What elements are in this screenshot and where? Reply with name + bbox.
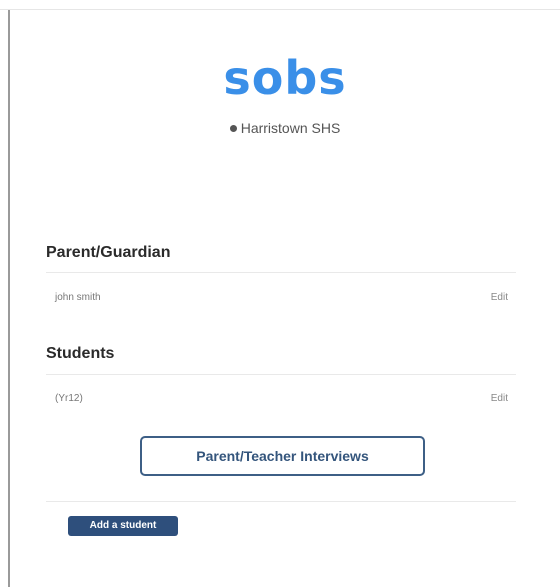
location-pin-icon: [229, 125, 237, 132]
edit-student-link[interactable]: Edit: [491, 393, 508, 404]
actions-divider: [46, 501, 516, 502]
parent-teacher-interviews-button[interactable]: Parent/Teacher Interviews: [140, 436, 425, 476]
students-divider: [46, 374, 516, 375]
students-heading: Students: [46, 345, 115, 362]
top-divider: [0, 9, 560, 10]
sobs-logo: sobs: [223, 51, 347, 105]
student-entry: (Yr12): [55, 393, 83, 404]
parent-guardian-heading: Parent/Guardian: [46, 244, 171, 261]
edit-parent-link[interactable]: Edit: [491, 292, 508, 303]
parent-name: john smith: [55, 292, 101, 303]
parent-divider: [46, 272, 516, 273]
school-name: Harristown SHS: [240, 120, 341, 136]
page: sobs Harristown SHS Parent/Guardian john…: [0, 0, 560, 587]
add-student-button[interactable]: Add a student: [68, 516, 178, 536]
school-location: Harristown SHS: [0, 120, 560, 136]
